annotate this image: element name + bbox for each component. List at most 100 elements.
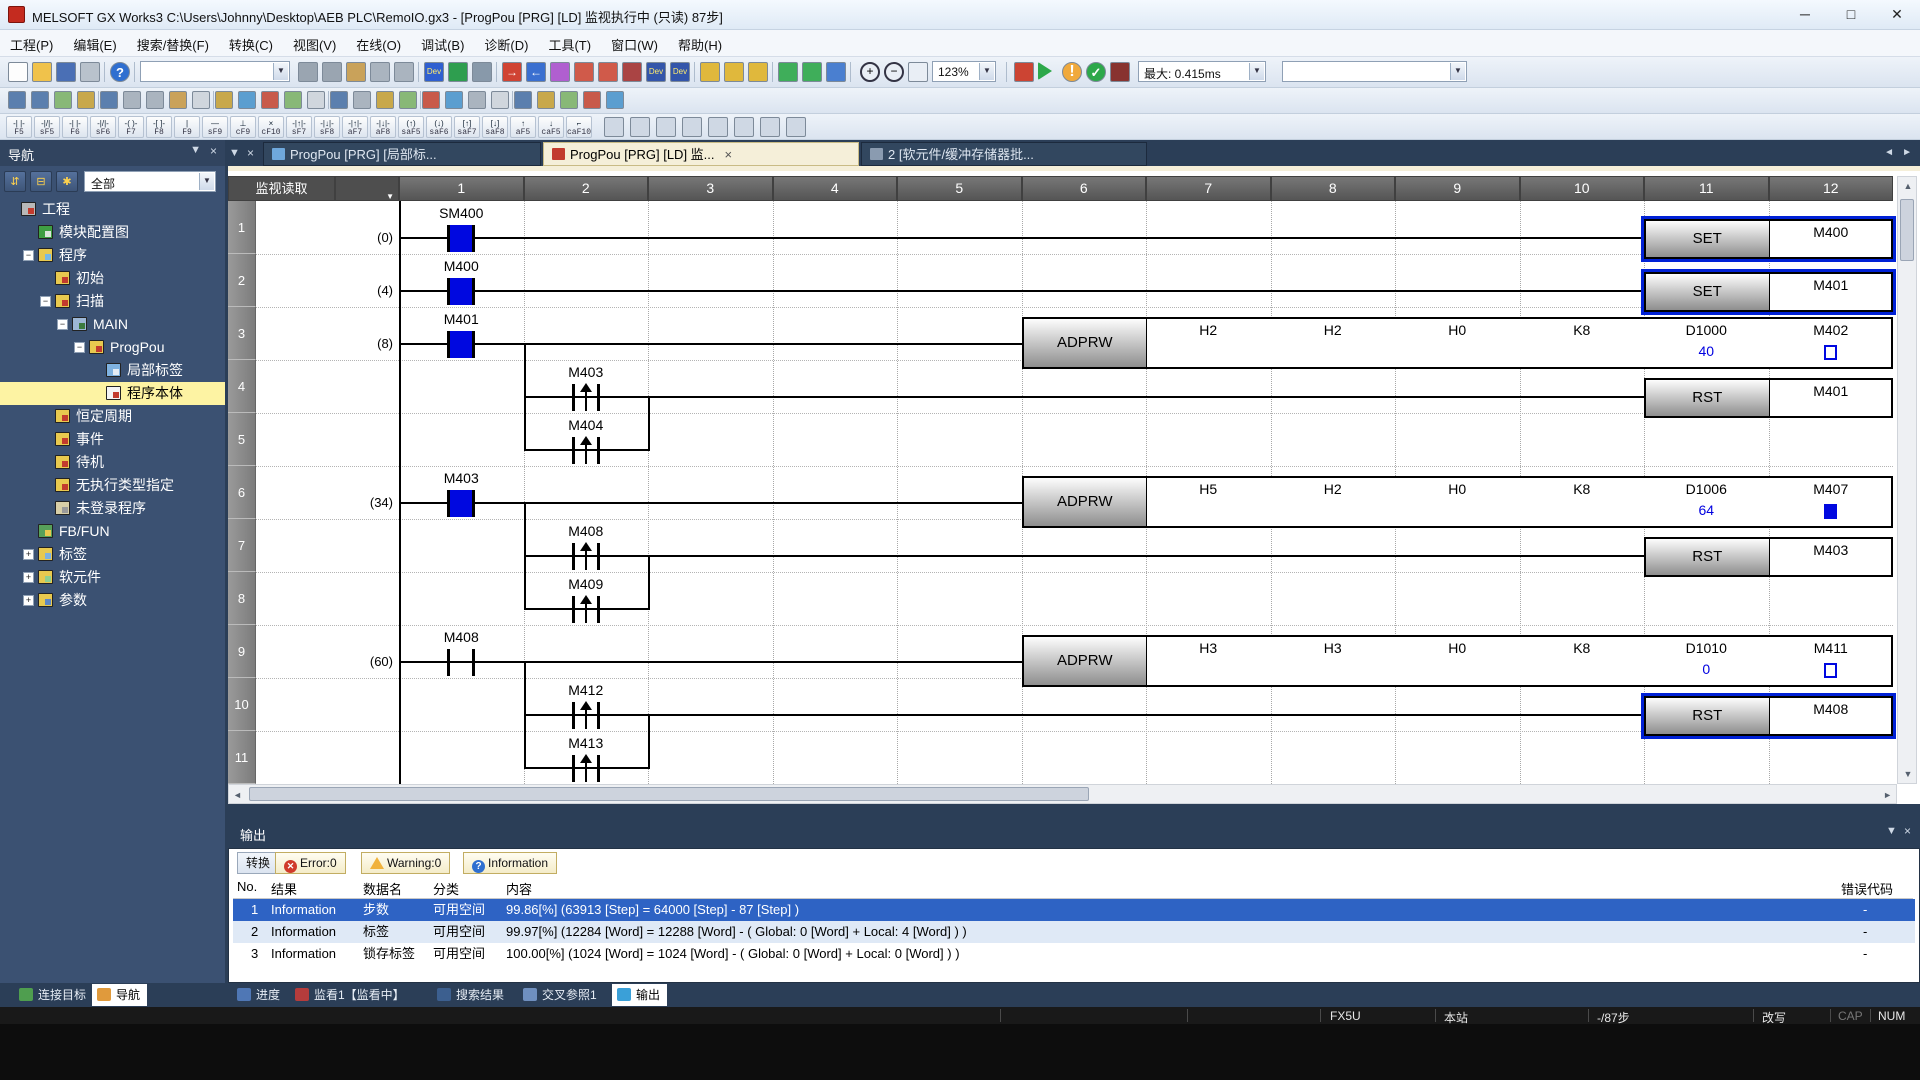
expander-expand-icon[interactable]: + [23,595,34,606]
toolbar2-icon-8[interactable] [169,91,187,109]
ladder-symbol-button-sF6[interactable]: -|/|-sF6 [90,116,116,138]
tree-item-5[interactable]: −扫描 [0,290,225,313]
edge-convert-icon[interactable] [734,117,754,137]
devtest2-icon[interactable]: Dev [670,62,690,82]
filter-info-button[interactable]: ?Information [463,852,557,874]
tree-item-18[interactable]: +参数 [0,589,225,612]
tree-item-2[interactable]: 模块配置图 [0,221,225,244]
ng-green-icon[interactable] [802,62,822,82]
menu-item-2[interactable]: 编辑(E) [63,30,126,59]
expander-expand-icon[interactable]: + [23,572,34,583]
ladder-delete-icon[interactable] [748,62,768,82]
device-ok-icon[interactable] [1110,62,1130,82]
zoom-level-combobox[interactable]: 123%▼ [932,61,996,82]
st-box-icon[interactable] [604,117,624,137]
dock-tab-7[interactable]: 输出 [612,984,667,1006]
pin-icon[interactable]: ▼ [1886,825,1897,837]
expander-collapse-icon[interactable]: − [23,250,34,261]
pin-icon[interactable]: ▼ [190,144,201,156]
open-icon[interactable] [32,62,52,82]
tree-collapse-icon[interactable]: ⇵ [4,171,26,192]
menu-item-11[interactable]: 帮助(H) [668,30,732,59]
zoom-out-icon[interactable]: − [884,62,904,82]
menu-item-9[interactable]: 工具(T) [538,30,601,59]
horizontal-scrollbar[interactable]: ◄► [228,784,1897,804]
toolbar2-icon-3[interactable] [54,91,72,109]
cross-ref-icon[interactable] [622,62,642,82]
vertical-scrollbar[interactable]: ▲▼ [1897,176,1917,784]
toolbar2-icon-26[interactable] [583,91,601,109]
set-instruction[interactable]: SETM401 [1644,272,1893,312]
tree-display-icon[interactable]: ⊟ [30,171,52,192]
maximize-button[interactable]: □ [1828,0,1874,29]
monitor-mode-dropdown[interactable]: ▼ [335,176,399,201]
note-icon[interactable] [708,117,728,137]
toolbar2-icon-21[interactable] [468,91,486,109]
nav-filter-combobox[interactable]: 全部 ▼ [84,171,216,192]
dock-tab-2[interactable]: 导航 [92,984,147,1006]
pause-warning-icon[interactable]: ! [1062,62,1082,82]
ladder-symbol-button-sF9[interactable]: —sF9 [202,116,228,138]
chevron-down-icon[interactable]: ▼ [199,173,214,190]
menu-item-1[interactable]: 工程(P) [0,30,63,59]
ladder-edit-icon[interactable] [700,62,720,82]
tree-item-4[interactable]: 初始 [0,267,225,290]
ladder-symbol-button-cF10[interactable]: ×cF10 [258,116,284,138]
ladder-editor[interactable]: 监视读取▼1234567891011121234567891011(0)SM40… [228,171,1920,804]
new-icon[interactable] [8,62,28,82]
toolbar2-icon-16[interactable] [353,91,371,109]
toolbar2-icon-20[interactable] [445,91,463,109]
toolbar2-icon-24[interactable] [537,91,555,109]
ladder-symbol-button-F9[interactable]: |F9 [174,116,200,138]
set-instruction[interactable]: SETM400 [1644,219,1893,259]
ok-green-icon[interactable] [778,62,798,82]
chevron-down-icon[interactable]: ▼ [1249,63,1264,80]
wire-draw-icon[interactable] [760,117,780,137]
write-to-plc-icon[interactable]: → [502,62,522,82]
toolbar2-icon-12[interactable] [261,91,279,109]
rst-instruction[interactable]: RSTM408 [1644,696,1893,736]
expander-collapse-icon[interactable]: − [57,319,68,330]
tree-item-1[interactable]: 工程 [0,198,225,221]
ladder-symbol-button-F6[interactable]: -| |-F6 [62,116,88,138]
ladder-symbol-button-F8[interactable]: -[ ]-F8 [146,116,172,138]
menu-item-8[interactable]: 诊断(D) [474,30,538,59]
scrollbar-thumb[interactable] [249,787,1089,801]
scan-time-combobox[interactable]: 最大: 0.415ms▼ [1138,61,1266,82]
dock-tab-6[interactable]: 交叉参照1 [518,984,604,1006]
convert-button[interactable]: 转换 [237,852,279,874]
tree-item-3[interactable]: −程序 [0,244,225,267]
toolbar2-icon-10[interactable] [215,91,233,109]
toolbar2-icon-9[interactable] [192,91,210,109]
tree-item-16[interactable]: +标签 [0,543,225,566]
scroll-up-icon[interactable]: ▲ [1898,181,1918,191]
toolbar2-icon-17[interactable] [376,91,394,109]
menu-item-10[interactable]: 窗口(W) [601,30,668,59]
inline-st-icon[interactable] [630,117,650,137]
toolbar2-icon-5[interactable] [100,91,118,109]
document-tab-3[interactable]: 2 [软元件/缓冲存储器批... [861,142,1147,166]
toolbar2-icon-25[interactable] [560,91,578,109]
rst-instruction[interactable]: RSTM403 [1644,537,1893,577]
chevron-down-icon[interactable]: ▼ [386,185,394,208]
project-combobox[interactable]: ▼ [140,61,290,82]
tree-item-8[interactable]: 局部标签 [0,359,225,382]
tree-item-17[interactable]: +软元件 [0,566,225,589]
dock-tab-4[interactable]: 监看1【监看中】 [290,984,412,1006]
redo-icon[interactable] [394,62,414,82]
toolbar2-icon-1[interactable] [8,91,26,109]
read-from-plc-icon[interactable]: ← [526,62,546,82]
close-panel-icon[interactable]: × [210,144,217,158]
minimize-button[interactable]: ─ [1782,0,1828,29]
menu-item-4[interactable]: 转换(C) [219,30,283,59]
filter-warning-button[interactable]: Warning:0 [361,852,450,874]
device-display-icon[interactable]: Dev [424,62,444,82]
tree-item-9[interactable]: 程序本体 [0,382,225,405]
toolbar2-icon-7[interactable] [146,91,164,109]
scroll-down-icon[interactable]: ▼ [1898,769,1918,779]
ladder-symbol-button-saF5[interactable]: (↑)saF5 [398,116,424,138]
expander-collapse-icon[interactable]: − [74,342,85,353]
toolbar2-icon-11[interactable] [238,91,256,109]
document-tab-1[interactable]: ProgPou [PRG] [局部标... [263,142,541,166]
tab-scroll-left-icon[interactable]: ◄ [1884,147,1894,158]
